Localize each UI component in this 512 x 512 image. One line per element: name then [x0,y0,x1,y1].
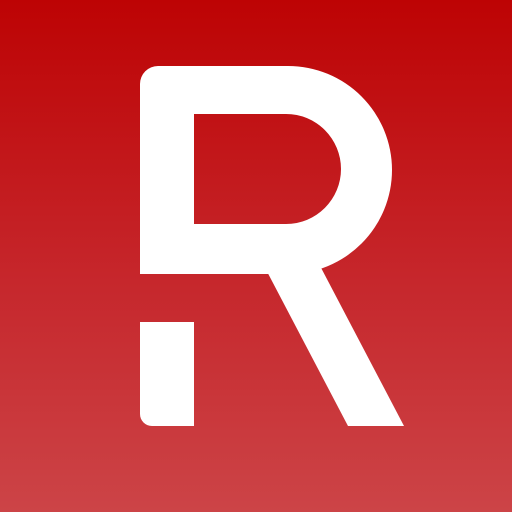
r-leg-shape [262,262,404,426]
app-icon [0,0,512,512]
letter-r-logo-icon [140,66,404,426]
r-lower-stem-shape [140,322,194,426]
r-bowl-shape [140,66,392,274]
